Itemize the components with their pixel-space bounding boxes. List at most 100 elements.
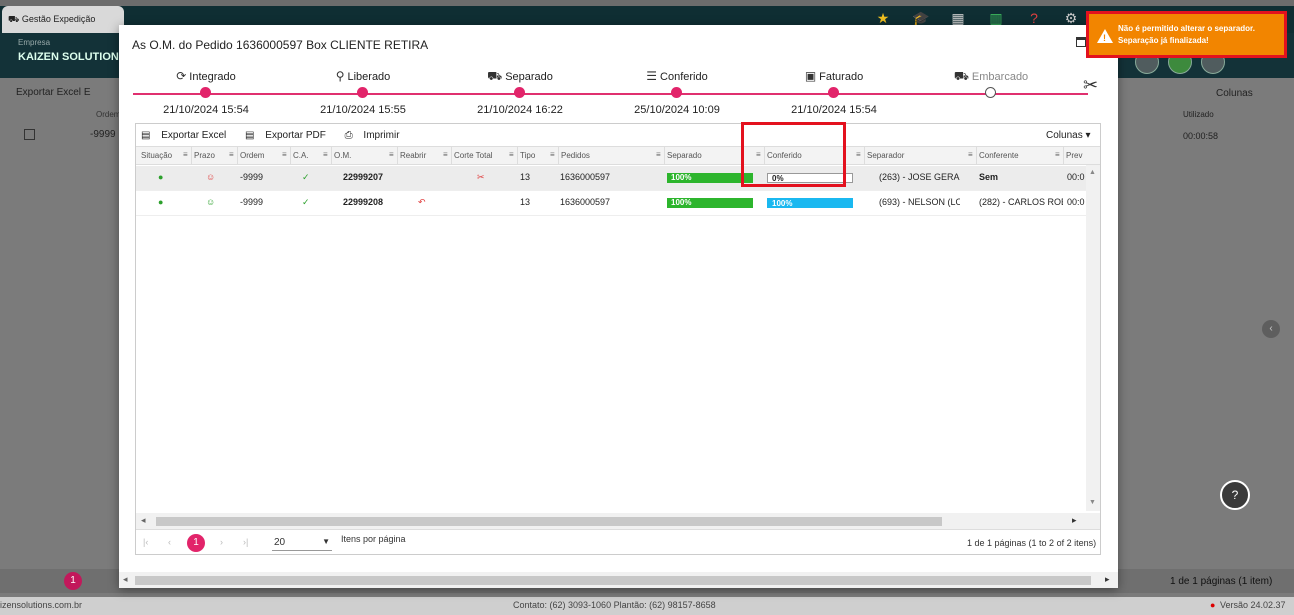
- filter-icon[interactable]: ≡: [550, 150, 555, 159]
- page-size-select[interactable]: 20 ▼: [272, 533, 332, 551]
- table-row[interactable]: ● ☺ -9999 ✓ 22999207 ✂ 13 1636000597 100% 0% (263)…: [136, 166, 1086, 191]
- pedidos-cell: 1636000597: [560, 172, 611, 182]
- filter-icon[interactable]: ≡: [1055, 150, 1060, 159]
- step-dot: [514, 87, 525, 98]
- step-dot: [828, 87, 839, 98]
- dialog-horizontal-scrollbar[interactable]: ◂ ▸: [119, 572, 1118, 588]
- filter-icon[interactable]: ≡: [443, 150, 448, 159]
- filter-icon[interactable]: ≡: [229, 150, 234, 159]
- status-bar: izensolutions.com.br Contato: (62) 3093-…: [0, 597, 1294, 615]
- reopen-icon[interactable]: ↶: [418, 197, 426, 208]
- col-header[interactable]: Pedidos: [561, 151, 590, 160]
- col-separator: [290, 147, 291, 165]
- col-separator: [237, 147, 238, 165]
- bg-row-checkbox[interactable]: [24, 129, 35, 140]
- user-check-icon[interactable]: ✓: [302, 197, 310, 208]
- page-1-button[interactable]: 1: [187, 534, 205, 552]
- filter-icon[interactable]: ≡: [856, 150, 861, 159]
- step-1: ⟳ Integrado 21/10/2024 15:54: [126, 69, 286, 116]
- col-header[interactable]: Reabrir: [400, 151, 426, 160]
- help-chat-button[interactable]: ?: [1220, 480, 1250, 510]
- step-6: ⛟ Embarcado: [911, 69, 1071, 98]
- step-date: 25/10/2024 10:09: [634, 104, 720, 116]
- col-header[interactable]: Prev: [1066, 151, 1082, 160]
- scroll-down-icon[interactable]: ▼: [1089, 499, 1096, 506]
- prev-page-icon[interactable]: ‹: [168, 537, 171, 547]
- col-separator: [864, 147, 865, 165]
- step-label-text: Conferido: [660, 71, 708, 83]
- last-page-icon[interactable]: ›|: [243, 537, 248, 547]
- filter-icon[interactable]: ≡: [389, 150, 394, 159]
- user-check-icon[interactable]: ✓: [302, 172, 310, 183]
- scroll-up-icon[interactable]: ▲: [1089, 169, 1096, 176]
- step-date: 21/10/2024 15:54: [791, 104, 877, 116]
- columns-button[interactable]: Colunas ▾: [1046, 130, 1091, 141]
- col-header[interactable]: Tipo: [520, 151, 535, 160]
- table-row[interactable]: ● ☺ -9999 ✓ 22999208 ↶ 13 1636000597 100% 100% (69…: [136, 191, 1086, 216]
- step-label: ⟳ Integrado: [126, 69, 286, 83]
- col-header[interactable]: Corte Total: [454, 151, 493, 160]
- scroll-thumb[interactable]: [135, 576, 1091, 585]
- conferido-progress: 100%: [767, 198, 853, 208]
- caret-down-icon: ▼: [322, 537, 330, 546]
- app-tab[interactable]: ⛟ Gestão Expedição: [2, 6, 124, 33]
- next-page-icon[interactable]: ›: [220, 537, 223, 547]
- filter-icon[interactable]: ≡: [323, 150, 328, 159]
- truck-icon: ⛟: [8, 14, 22, 24]
- col-header[interactable]: Prazo: [194, 151, 215, 160]
- horizontal-scrollbar[interactable]: ◂ ▸: [136, 513, 1100, 529]
- bg-row-ordem: -9999: [90, 129, 116, 141]
- col-header[interactable]: Situação: [141, 151, 172, 160]
- separador-cell[interactable]: (693) - NELSON (LO: [877, 197, 960, 207]
- caret-down-icon: ▾: [1085, 130, 1091, 141]
- tools-icon[interactable]: ✂: [1083, 75, 1098, 96]
- warning-toast[interactable]: ! Não é permitido alterar o separador. S…: [1086, 11, 1287, 58]
- cut-icon[interactable]: ✂: [477, 172, 485, 183]
- first-page-icon[interactable]: |‹: [143, 537, 148, 547]
- bg-table-row: -9999: [24, 129, 116, 140]
- bg-colunas[interactable]: Colunas: [1216, 88, 1253, 99]
- conferente-cell[interactable]: (282) - CARLOS ROE: [979, 197, 1063, 207]
- ordem-cell: -9999: [240, 172, 264, 182]
- col-separator: [976, 147, 977, 165]
- filter-icon[interactable]: ≡: [968, 150, 973, 159]
- scroll-left-icon[interactable]: ◂: [141, 515, 146, 526]
- filter-icon[interactable]: ≡: [509, 150, 514, 159]
- col-header[interactable]: Separado: [667, 151, 702, 160]
- scroll-left-icon[interactable]: ◂: [123, 574, 128, 585]
- scroll-thumb[interactable]: [156, 517, 942, 526]
- col-header[interactable]: O.M.: [334, 151, 351, 160]
- happy-face-icon: ☺: [206, 197, 216, 207]
- col-header[interactable]: C.A.: [293, 151, 309, 160]
- filter-icon[interactable]: ≡: [656, 150, 661, 159]
- col-header[interactable]: Ordem: [240, 151, 264, 160]
- scroll-right-icon[interactable]: ▸: [1072, 515, 1077, 526]
- bg-export-other[interactable]: E: [84, 87, 91, 98]
- pedidos-cell: 1636000597: [560, 197, 611, 207]
- export-pdf-button[interactable]: ▤ Exportar PDF: [245, 130, 334, 141]
- tipo-cell: 13: [520, 197, 531, 207]
- grid-header: Situação ≡ Prazo ≡ Ordem ≡ C.A. ≡ O.M. ≡ Reabrir ≡ C…: [136, 146, 1100, 165]
- dialog-title: As O.M. do Pedido 1636000597 Box CLIENTE…: [132, 38, 429, 52]
- conferente-cell[interactable]: Sem: [979, 172, 1063, 182]
- warning-icon: !: [1097, 29, 1113, 43]
- side-collapse-button[interactable]: ‹: [1262, 320, 1280, 338]
- export-excel-button[interactable]: ▤ Exportar Excel: [141, 130, 234, 141]
- col-header[interactable]: Conferente: [979, 151, 1019, 160]
- separador-cell[interactable]: (263) - JOSE GERAL: [877, 172, 960, 182]
- scroll-right-icon[interactable]: ▸: [1105, 574, 1110, 585]
- step-dot: [200, 87, 211, 98]
- app-tab-label: Gestão Expedição: [21, 14, 96, 24]
- filter-icon[interactable]: ≡: [183, 150, 188, 159]
- bg-time: 00:00:58: [1183, 131, 1219, 141]
- vertical-scrollbar[interactable]: ▲ ▼: [1086, 165, 1100, 511]
- step-4: ☰ Conferido 25/10/2024 10:09: [597, 69, 757, 116]
- col-header[interactable]: Separador: [867, 151, 904, 160]
- page-size-value: 20: [274, 537, 286, 548]
- maximize-icon[interactable]: [1076, 37, 1086, 47]
- bg-export-excel[interactable]: Exportar Excel: [16, 87, 81, 98]
- bg-page-1[interactable]: 1: [64, 572, 82, 590]
- print-button[interactable]: ⎙ Imprimir: [345, 130, 408, 141]
- filter-icon[interactable]: ≡: [282, 150, 287, 159]
- help-icon[interactable]: ?: [1025, 10, 1043, 26]
